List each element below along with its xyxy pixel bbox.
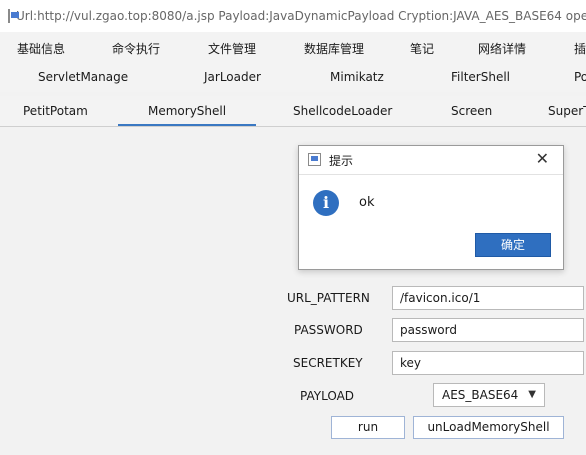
payload-select-value: AES_BASE64 (442, 388, 519, 402)
tab-jarloader[interactable]: JarLoader (204, 70, 261, 84)
close-icon[interactable]: ✕ (536, 149, 549, 168)
tab-shellcodeloader[interactable]: ShellcodeLoader (293, 104, 392, 118)
menu-item-notes[interactable]: 笔记 (410, 40, 434, 57)
run-button[interactable]: run (331, 416, 405, 439)
active-tab-indicator (118, 124, 256, 126)
menu-item-network[interactable]: 网络详情 (478, 40, 526, 57)
menu-item-plugins[interactable]: 插 (574, 40, 586, 57)
app-icon (308, 153, 321, 166)
plugin-tab-row-2: PetitPotam MemoryShell ShellcodeLoader S… (0, 96, 586, 127)
dialog-title-bar: 提示 ✕ (299, 146, 563, 175)
message-dialog: 提示 ✕ i ok 确定 (298, 145, 564, 270)
secretkey-label: SECRETKEY (293, 356, 363, 370)
unload-memoryshell-button[interactable]: unLoadMemoryShell (413, 416, 564, 439)
menu-item-database[interactable]: 数据库管理 (304, 40, 364, 57)
tab-supert[interactable]: SuperT (548, 104, 586, 118)
tab-mimikatz[interactable]: Mimikatz (330, 70, 384, 84)
url-pattern-input[interactable]: /favicon.ico/1 (392, 286, 584, 310)
password-input[interactable]: password (392, 318, 584, 342)
menu-bar: 基础信息 命令执行 文件管理 数据库管理 笔记 网络详情 插 (0, 32, 586, 62)
tab-memoryshell[interactable]: MemoryShell (148, 104, 226, 118)
menu-item-basic-info[interactable]: 基础信息 (17, 40, 65, 57)
password-label: PASSWORD (294, 323, 363, 337)
plugin-tab-row-1: ServletManage JarLoader Mimikatz FilterS… (0, 62, 586, 92)
info-icon: i (313, 190, 339, 216)
title-bar: Url:http://vul.zgao.top:8080/a.jsp Paylo… (0, 0, 586, 33)
payload-label: PAYLOAD (300, 389, 355, 403)
tab-servletmanage[interactable]: ServletManage (38, 70, 128, 84)
tab-po[interactable]: Po (574, 70, 586, 84)
app-icon (8, 9, 19, 23)
url-pattern-label: URL_PATTERN (287, 291, 370, 305)
chevron-down-icon: ▼ (528, 389, 536, 400)
ok-button[interactable]: 确定 (475, 233, 551, 257)
secretkey-input[interactable]: key (392, 351, 584, 375)
payload-select[interactable]: AES_BASE64 ▼ (433, 383, 545, 407)
tab-petitpotam[interactable]: PetitPotam (23, 104, 88, 118)
window-title: Url:http://vul.zgao.top:8080/a.jsp Paylo… (16, 9, 586, 23)
tab-screen[interactable]: Screen (451, 104, 492, 118)
menu-item-command-exec[interactable]: 命令执行 (112, 40, 160, 57)
dialog-title: 提示 (329, 154, 354, 168)
dialog-message: ok (359, 195, 375, 210)
tab-filtershell[interactable]: FilterShell (451, 70, 510, 84)
menu-item-file-manager[interactable]: 文件管理 (208, 40, 256, 57)
